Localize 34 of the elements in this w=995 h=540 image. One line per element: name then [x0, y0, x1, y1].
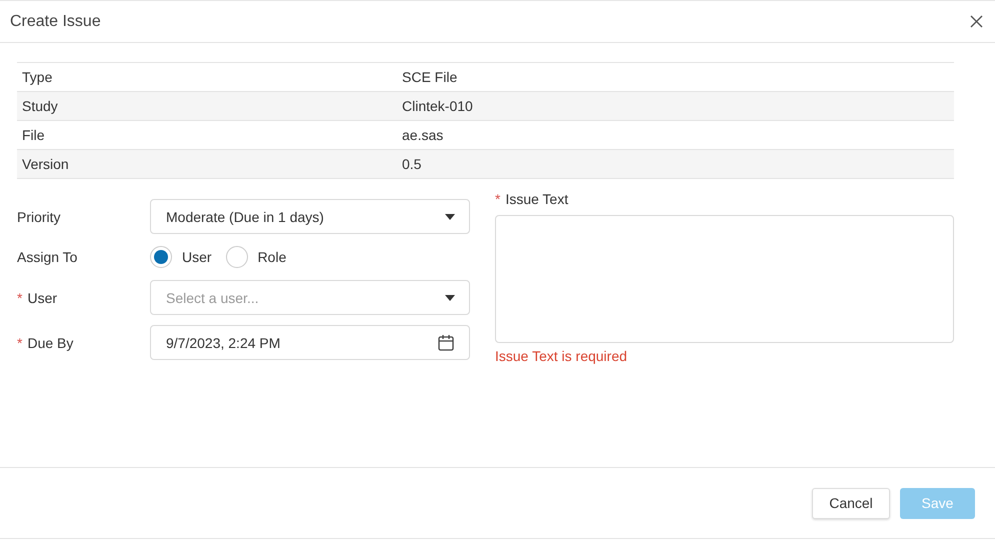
field-label: User	[27, 290, 58, 306]
caret-icon	[445, 214, 455, 220]
radio-button[interactable]	[226, 246, 248, 268]
field-label: Due By	[27, 334, 74, 350]
required-mark: *	[17, 290, 22, 306]
detail-value: Clintek-010	[402, 98, 474, 114]
select-value: Moderate (Due in 1 days)	[166, 208, 324, 224]
field-label: Issue Text	[505, 191, 568, 207]
detail-label: Type	[22, 69, 54, 85]
error-message: Issue Text is required	[495, 348, 628, 364]
select-field[interactable]: Moderate (Due in 1 days)	[150, 199, 470, 234]
field-label: Priority	[17, 208, 61, 224]
date-field[interactable]: 9/7/2023, 2:24 PM	[150, 325, 470, 360]
detail-label: File	[22, 127, 46, 143]
required-mark: *	[17, 334, 22, 350]
detail-value: SCE File	[402, 69, 458, 85]
date-value: 9/7/2023, 2:24 PM	[166, 334, 280, 350]
required-mark: *	[495, 191, 500, 207]
close-icon	[970, 15, 983, 28]
radio-label: Role	[258, 249, 286, 265]
select-placeholder: Select a user...	[166, 290, 259, 306]
issue-text-field[interactable]	[495, 215, 954, 343]
caret-icon	[445, 294, 455, 300]
detail-label: Version	[22, 156, 70, 172]
radio-button[interactable]	[150, 246, 172, 268]
detail-value: 0.5	[402, 156, 422, 172]
dialog-title: Create Issue	[10, 12, 101, 30]
detail-label: Study	[22, 98, 59, 114]
radio-label: User	[182, 249, 212, 265]
detail-value: ae.sas	[402, 127, 444, 143]
calendar-icon[interactable]	[437, 334, 455, 352]
close-button[interactable]	[968, 13, 985, 30]
field-label: Assign To	[17, 249, 78, 265]
cancel-button[interactable]: Cancel	[812, 488, 890, 518]
